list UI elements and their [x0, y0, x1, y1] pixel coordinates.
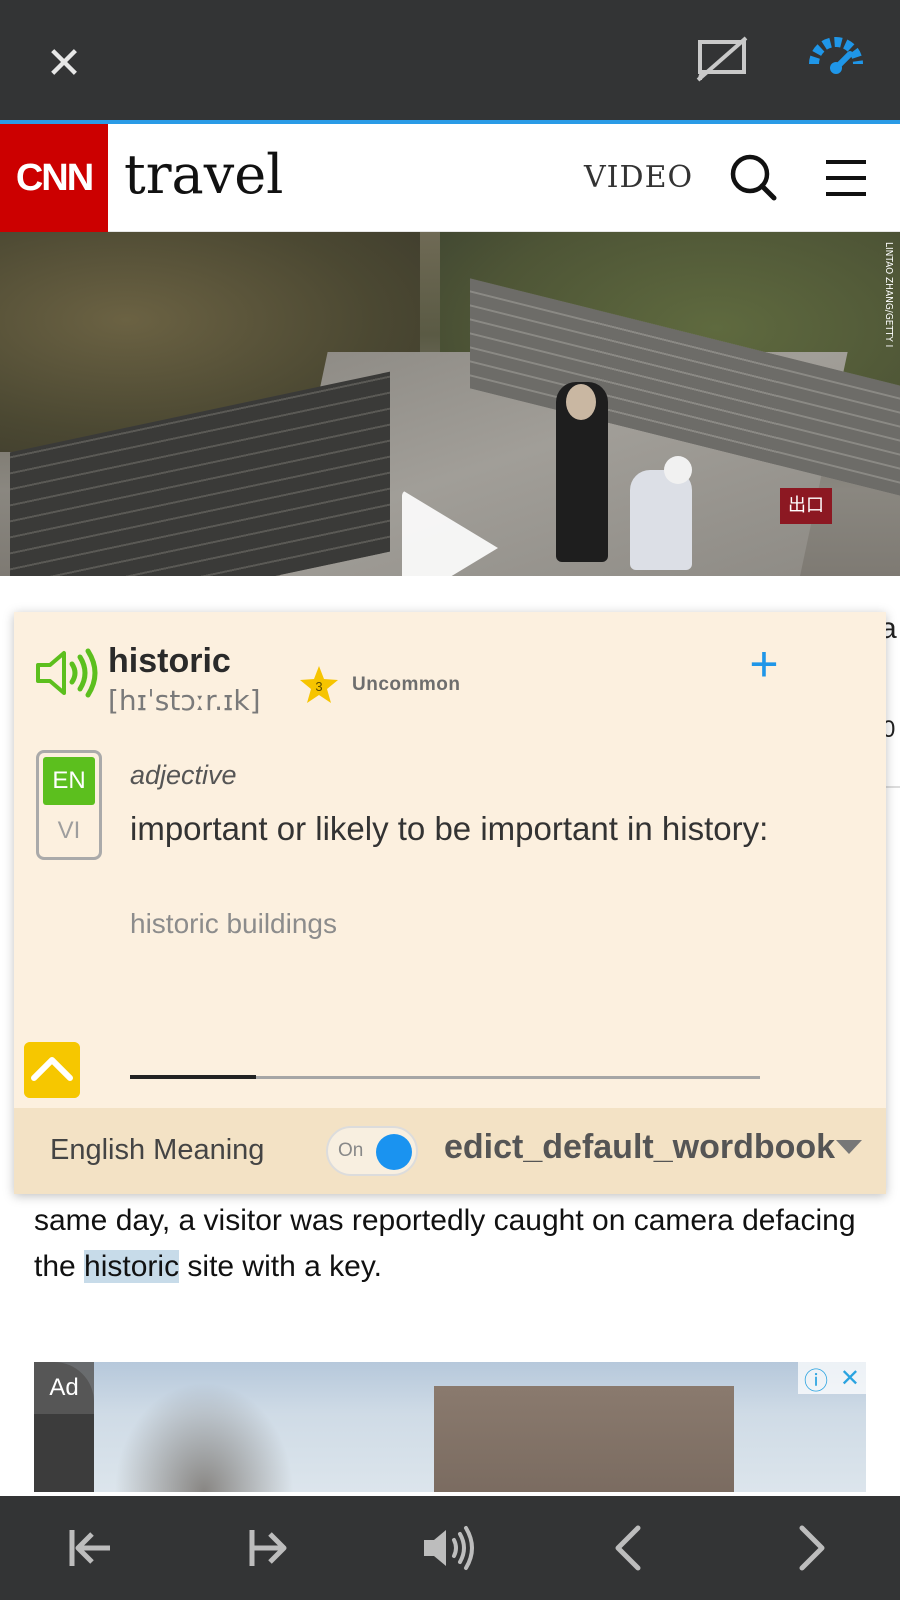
hamburger-menu-icon[interactable] — [822, 154, 870, 202]
exit-sign: 出口 — [780, 488, 832, 524]
phonetic: [hɪˈstɔːr.ɪk] — [108, 684, 261, 717]
ad-branches-image — [114, 1382, 294, 1492]
toggle-knob[interactable] — [376, 1134, 412, 1170]
info-icon[interactable]: ⓘ — [804, 1361, 828, 1396]
dictionary-popup: historic [hɪˈstɔːr.ɪk] 3 Uncommon + EN V… — [14, 612, 886, 1194]
gauge-icon[interactable] — [806, 34, 866, 84]
star-icon: 3 — [300, 666, 338, 703]
cast-off-icon[interactable] — [694, 34, 750, 84]
frequency-level: 3 — [315, 679, 322, 694]
visitor-head — [566, 384, 596, 420]
chevron-up-icon[interactable] — [24, 1042, 80, 1098]
close-icon[interactable]: ✕ — [840, 1364, 860, 1393]
lang-vi-button[interactable]: VI — [43, 809, 95, 853]
search-icon[interactable] — [726, 150, 782, 206]
popup-footer: English Meaning On edict_default_wordboo… — [14, 1108, 886, 1194]
highlighted-word[interactable]: historic — [84, 1250, 180, 1283]
photo-credit: LINTAO ZHANG/GETTY I — [883, 242, 894, 348]
frequency-label: Uncommon — [352, 674, 461, 695]
example: historic buildings — [130, 908, 337, 939]
speaker-icon[interactable] — [34, 646, 100, 700]
skip-back-icon[interactable] — [60, 1520, 120, 1576]
site-header: CNN travel VIDEO — [0, 124, 900, 232]
speaker-icon[interactable] — [420, 1520, 480, 1576]
ad-choices[interactable]: ⓘ ✕ — [798, 1361, 866, 1396]
part-of-speech: adjective — [130, 760, 237, 790]
article-text: site with a key. — [179, 1250, 382, 1283]
chevron-right-icon[interactable] — [782, 1520, 842, 1576]
meaning-toggle[interactable]: On — [326, 1126, 418, 1176]
hero-video[interactable]: 出口 LINTAO ZHANG/GETTY I — [0, 232, 900, 576]
advertisement[interactable] — [34, 1362, 866, 1492]
section-title[interactable]: travel — [124, 140, 283, 210]
headword: historic — [108, 642, 231, 680]
visitor-figure — [630, 470, 692, 570]
visitor-head — [664, 456, 692, 484]
top-toolbar: ✕ — [0, 0, 900, 124]
wordbook-selector[interactable]: edict_default_wordbook — [444, 1128, 835, 1167]
article-paragraph: same day, a visitor was reportedly caugh… — [34, 1198, 874, 1290]
definition-progress — [130, 1075, 760, 1079]
language-switch: EN VI — [36, 750, 102, 860]
progress-fill — [130, 1075, 256, 1079]
definition: important or likely to be important in h… — [130, 810, 769, 847]
add-word-button[interactable]: + — [740, 639, 788, 690]
lang-en-button[interactable]: EN — [43, 757, 95, 805]
play-icon[interactable] — [402, 490, 498, 576]
cnn-logo-text: CNN — [15, 156, 94, 199]
meaning-label: English Meaning — [50, 1134, 265, 1166]
bottom-toolbar — [0, 1496, 900, 1600]
close-icon[interactable]: ✕ — [40, 40, 88, 88]
toggle-text: On — [338, 1140, 364, 1161]
ad-tower-image — [434, 1386, 734, 1492]
ad-badge: Ad — [34, 1362, 94, 1414]
video-link[interactable]: VIDEO — [584, 154, 693, 202]
chevron-down-icon[interactable] — [836, 1140, 862, 1154]
cnn-logo[interactable]: CNN — [0, 124, 108, 232]
skip-forward-icon[interactable] — [240, 1520, 300, 1576]
chevron-left-icon[interactable] — [600, 1520, 660, 1576]
